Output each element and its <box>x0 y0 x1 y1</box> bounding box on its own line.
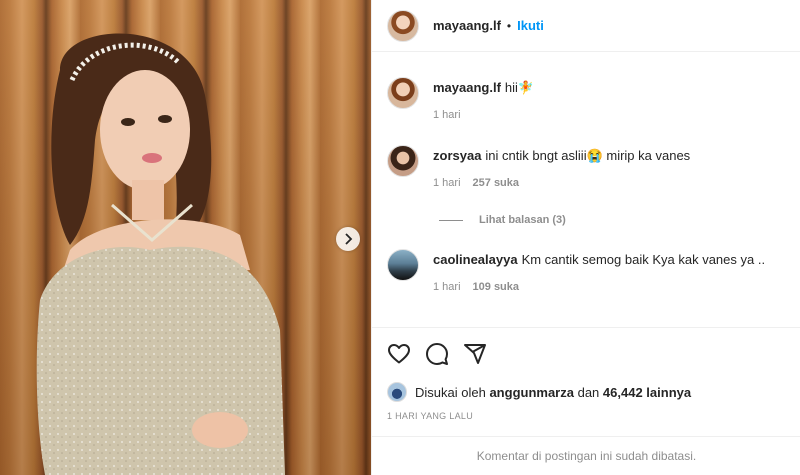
post-panel: mayaang.lf • Ikuti mayaang.lf hii🧚 1 hari… <box>371 0 800 475</box>
comment-time[interactable]: 1 hari <box>433 177 461 189</box>
comment-time[interactable]: 1 hari <box>433 281 461 293</box>
section-divider <box>372 327 800 328</box>
likes-conjunction: dan <box>577 384 600 400</box>
comment-text: Km cantik semog baik Kya kak vanes ya .. <box>521 252 766 267</box>
comment-row: zorsyaa ini cntik bngt asliii😭 mirip ka v… <box>387 145 690 189</box>
replies-line <box>439 219 463 221</box>
comment-likes[interactable]: 257 suka <box>473 177 519 189</box>
view-replies-button[interactable]: Lihat balasan (3) <box>439 214 566 226</box>
comment-likes[interactable]: 109 suka <box>473 281 519 293</box>
caption-time[interactable]: 1 hari <box>433 109 461 121</box>
follow-button[interactable]: Ikuti <box>517 18 544 33</box>
comment-username[interactable]: zorsyaa <box>433 148 481 163</box>
header-separator: • <box>506 18 512 33</box>
post-media[interactable] <box>0 0 371 475</box>
caption-avatar[interactable] <box>387 77 419 109</box>
likes-count[interactable]: 46,442 lainnya <box>603 385 691 400</box>
caption-text: hii🧚 <box>504 80 535 95</box>
footer-note-text: Komentar di postingan ini sudah dibatasi… <box>476 449 697 463</box>
view-replies-label: Lihat balasan (3) <box>479 214 566 226</box>
comments-list[interactable]: mayaang.lf hii🧚 1 hari zorsyaa ini cntik b… <box>372 52 800 327</box>
caption-username[interactable]: mayaang.lf <box>433 80 501 95</box>
post-header: mayaang.lf • Ikuti <box>372 0 800 52</box>
comment-username[interactable]: caolinealayya <box>433 252 518 267</box>
likes-prefix: Disukai oleh <box>415 384 486 400</box>
post-timestamp[interactable]: 1 HARI YANG LALU <box>387 411 473 421</box>
comment-avatar[interactable] <box>387 249 419 281</box>
share-icon[interactable] <box>463 342 487 366</box>
liker-avatar[interactable] <box>387 382 407 402</box>
likes-summary: Disukai oleh anggunmarza dan 46,442 lain… <box>387 382 691 402</box>
caption-row: mayaang.lf hii🧚 1 hari <box>387 77 534 121</box>
next-image-button[interactable] <box>336 227 360 251</box>
comment-text: ini cntik bngt asliii😭 mirip ka vanes <box>485 148 691 163</box>
chevron-right-icon <box>345 233 353 245</box>
comment-icon[interactable] <box>425 342 449 366</box>
comments-restricted-note: Komentar di postingan ini sudah dibatasi… <box>372 436 800 475</box>
heart-icon[interactable] <box>387 342 411 366</box>
comment-avatar[interactable] <box>387 145 419 177</box>
action-bar <box>387 342 487 366</box>
liker-username[interactable]: anggunmarza <box>489 385 574 400</box>
author-avatar[interactable] <box>387 9 419 42</box>
comment-row: caolinealayya Km cantik semog baik Kya ka… <box>387 249 765 293</box>
post-photo <box>36 33 285 475</box>
author-username[interactable]: mayaang.lf <box>433 18 501 33</box>
